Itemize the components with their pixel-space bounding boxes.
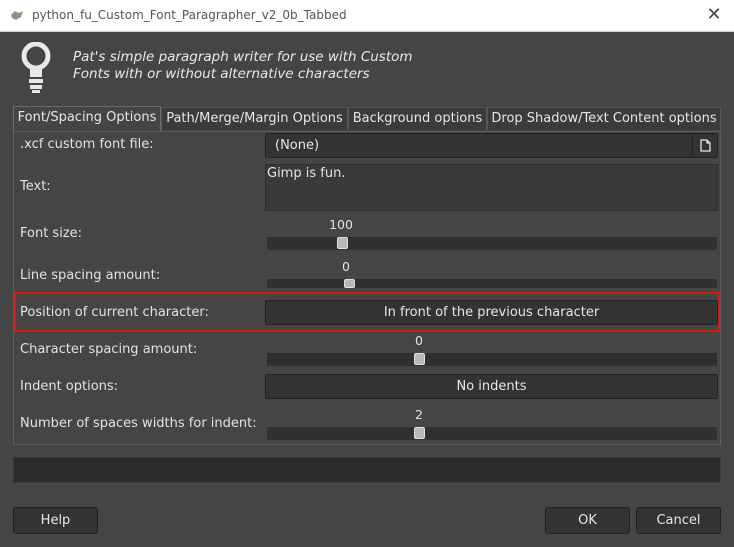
indent-spaces-slider-thumb[interactable] bbox=[414, 427, 425, 439]
tab-path-merge-margin[interactable]: Path/Merge/Margin Options bbox=[161, 107, 348, 130]
selection-highlight bbox=[14, 292, 720, 332]
font-size-label: Font size: bbox=[20, 226, 83, 241]
char-spacing-slider[interactable] bbox=[267, 353, 717, 366]
indent-options-select[interactable]: No indents bbox=[265, 374, 718, 399]
close-icon[interactable]: ✕ bbox=[704, 4, 724, 25]
description-line-1: Pat's simple paragraph writer for use wi… bbox=[73, 49, 413, 65]
help-button[interactable]: Help bbox=[13, 507, 98, 534]
lightbulb-icon bbox=[21, 42, 51, 93]
char-spacing-value: 0 bbox=[415, 333, 423, 348]
document-open-icon[interactable] bbox=[692, 134, 717, 157]
font-size-slider-thumb[interactable] bbox=[337, 237, 348, 249]
font-file-value: (None) bbox=[275, 138, 320, 153]
text-label: Text: bbox=[20, 179, 51, 194]
char-spacing-slider-thumb[interactable] bbox=[414, 353, 425, 365]
tab-background[interactable]: Background options bbox=[348, 107, 487, 130]
font-file-chooser[interactable]: (None) bbox=[265, 133, 718, 158]
indent-spaces-label: Number of spaces widths for indent: bbox=[20, 416, 257, 431]
line-spacing-slider[interactable] bbox=[267, 279, 717, 288]
tab-font-spacing[interactable]: Font/Spacing Options bbox=[13, 106, 161, 131]
font-size-value: 100 bbox=[329, 217, 353, 232]
ok-button[interactable]: OK bbox=[545, 507, 630, 534]
description-line-2: Fonts with or without alternative charac… bbox=[73, 66, 370, 82]
progress-bar bbox=[13, 457, 721, 483]
font-file-label: .xcf custom font file: bbox=[20, 137, 154, 152]
cancel-button[interactable]: Cancel bbox=[636, 507, 721, 534]
gimp-icon bbox=[11, 11, 23, 20]
text-input[interactable]: Gimp is fun. bbox=[265, 164, 718, 211]
line-spacing-label: Line spacing amount: bbox=[20, 268, 161, 283]
plugin-description: Pat's simple paragraph writer for use wi… bbox=[73, 49, 413, 83]
char-spacing-label: Character spacing amount: bbox=[20, 342, 198, 357]
tab-drop-shadow[interactable]: Drop Shadow/Text Content options bbox=[487, 107, 721, 130]
title-bar: python_fu_Custom_Font_Paragrapher_v2_0b_… bbox=[0, 0, 734, 32]
indent-options-label: Indent options: bbox=[20, 379, 119, 394]
indent-spaces-value: 2 bbox=[415, 407, 423, 422]
indent-spaces-slider[interactable] bbox=[267, 427, 717, 440]
line-spacing-value: 0 bbox=[342, 259, 350, 274]
window-title: python_fu_Custom_Font_Paragrapher_v2_0b_… bbox=[32, 8, 347, 22]
line-spacing-slider-thumb[interactable] bbox=[344, 279, 355, 288]
font-size-slider[interactable] bbox=[267, 237, 717, 250]
